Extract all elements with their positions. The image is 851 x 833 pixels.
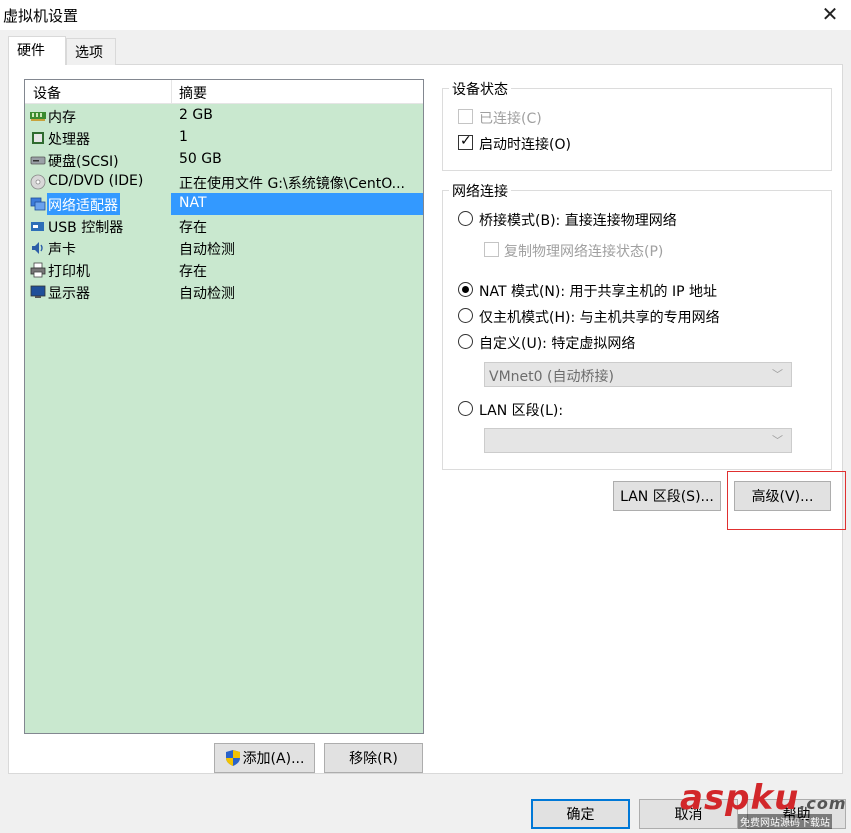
connect-at-power-on-label: 启动时连接(O) [479,137,571,153]
host-only-label: 仅主机模式(H): 与主机共享的专用网络 [479,310,720,326]
harddisk-icon [30,152,46,168]
processor-icon [30,130,46,146]
radio-selected-dot [462,286,469,293]
cdrom-icon [30,174,46,190]
device-row-usb[interactable]: USB 控制器 存在 [25,215,423,237]
device-summary: 自动检测 [179,242,235,258]
device-row-display[interactable]: 显示器 自动检测 [25,281,423,303]
annotation-highlight [727,471,846,530]
column-header-summary[interactable]: 摘要 [179,83,207,103]
column-divider[interactable] [171,80,172,104]
device-name: 打印机 [48,264,90,280]
display-icon [30,284,46,300]
usb-icon [30,218,46,234]
device-summary: 正在使用文件 G:\系统镜像\CentO... [179,176,406,192]
list-header: 设备 摘要 [25,80,423,104]
device-row-memory[interactable]: 内存 2 GB [25,105,423,127]
lan-segment-label: LAN 区段(L): [479,403,564,419]
device-row-processor[interactable]: 处理器 1 [25,127,423,149]
custom-label: 自定义(U): 特定虚拟网络 [479,336,636,352]
device-name: 内存 [48,110,76,126]
device-summary: 存在 [179,220,207,236]
add-button-label: 添加(A)... [242,751,305,767]
device-summary: 50 GB [179,151,222,167]
device-name: 网络适配器 [47,193,120,215]
connect-at-power-on-checkbox[interactable]: ✓ [458,133,473,150]
device-name: 显示器 [48,286,90,302]
remove-button[interactable]: 移除(R) [324,743,423,773]
device-summary: 存在 [179,264,207,280]
custom-radio[interactable] [458,334,473,349]
window-title: 虚拟机设置 [3,7,79,25]
host-only-radio[interactable] [458,308,473,323]
custom-network-value: VMnet0 (自动桥接) [489,369,614,385]
device-name: 声卡 [48,242,76,258]
nat-label: NAT 模式(N): 用于共享主机的 IP 地址 [479,284,717,300]
bridged-label: 桥接模式(B): 直接连接物理网络 [479,213,677,229]
custom-network-select[interactable]: VMnet0 (自动桥接) ﹀ [484,362,792,387]
device-row-cddvd[interactable]: CD/DVD (IDE) 正在使用文件 G:\系统镜像\CentO... [25,171,423,193]
memory-icon [30,108,46,124]
network-connection-title: 网络连接 [449,181,511,201]
lan-segment-radio[interactable] [458,401,473,416]
bridged-radio[interactable] [458,211,473,226]
device-name: CD/DVD (IDE) [48,173,144,189]
device-row-harddisk[interactable]: 硬盘(SCSI) 50 GB [25,149,423,171]
device-name: 处理器 [48,132,90,148]
add-button[interactable]: 添加(A)... [214,743,315,773]
device-list[interactable]: 设备 摘要 内存 2 GB 处理器 1 硬盘(SCSI) 50 GB CD/DV… [24,79,424,734]
tab-options[interactable]: 选项 [66,38,116,65]
lan-segments-button[interactable]: LAN 区段(S)... [613,481,721,511]
nat-radio[interactable] [458,282,473,297]
device-row-sound[interactable]: 声卡 自动检测 [25,237,423,259]
connected-label: 已连接(C) [479,111,542,127]
device-status-group: 设备状态 [442,79,832,171]
close-icon[interactable]: ✕ [815,0,845,28]
watermark-logo: aspku.com [680,778,847,818]
network-adapter-icon [30,196,46,212]
shield-icon [225,749,241,767]
title-bar: 虚拟机设置 ✕ [0,0,851,30]
lan-segment-select[interactable]: ﹀ [484,428,792,453]
device-row-printer[interactable]: 打印机 存在 [25,259,423,281]
connected-checkbox[interactable] [458,109,473,124]
device-status-title: 设备状态 [449,79,511,99]
device-row-network-adapter[interactable]: 网络适配器 NAT [25,193,423,215]
replicate-state-label: 复制物理网络连接状态(P) [504,244,664,260]
sound-icon [30,240,46,256]
printer-icon [30,262,46,278]
replicate-state-checkbox[interactable] [484,242,499,257]
device-summary: NAT [179,195,207,211]
device-name: 硬盘(SCSI) [48,154,119,170]
checkmark-icon: ✓ [460,133,472,149]
chevron-down-icon: ﹀ [772,368,783,381]
device-summary: 2 GB [179,107,213,123]
ok-button[interactable]: 确定 [531,799,630,829]
watermark-tagline: 免费网站源码下载站 [738,814,832,829]
device-summary: 1 [179,129,188,145]
chevron-down-icon: ﹀ [772,434,783,447]
device-name: USB 控制器 [48,220,124,236]
tab-hardware[interactable]: 硬件 [8,36,66,65]
column-header-device[interactable]: 设备 [33,83,61,103]
device-summary: 自动检测 [179,286,235,302]
